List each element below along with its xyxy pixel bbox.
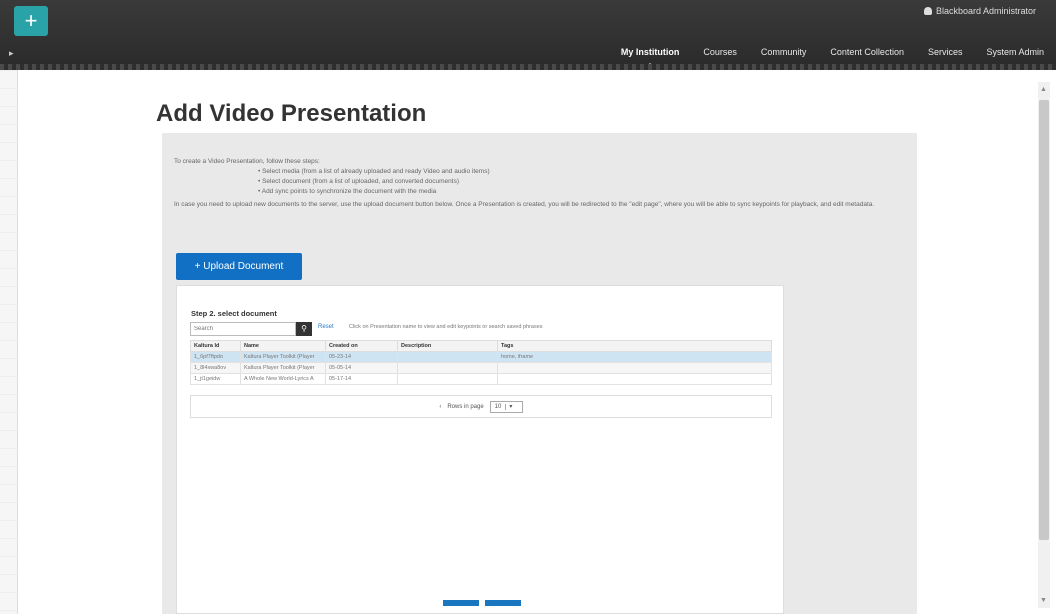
back-button[interactable] [443,600,479,606]
left-strip [0,70,18,614]
table-row[interactable]: 1_jt1geidw A Whole New World-Lyrics A 05… [190,373,772,385]
nav-my-institution[interactable]: My Institution [609,47,692,69]
cell: 05-05-14 [325,362,398,374]
cell [497,373,772,385]
search-icon: ⚲ [301,324,307,333]
cell: 05-17-14 [325,373,398,385]
rows-per-page-label: Rows in page [447,403,484,410]
scroll-up-icon[interactable]: ▲ [1040,86,1047,93]
col-description[interactable]: Description [397,340,498,352]
cell: 1_6pf7ftpdo [190,351,241,363]
cell: 1_jt1geidw [190,373,241,385]
sidebar-toggle-icon[interactable]: ▸ [9,48,15,58]
table-header-row: Kaltura Id Name Created on Description T… [190,340,772,352]
search-input[interactable] [190,322,296,336]
top-bar: + ▸ Blackboard Administrator My Institut… [0,0,1056,70]
scroll-thumb[interactable] [1039,100,1049,540]
nav-system-admin[interactable]: System Admin [974,47,1056,57]
main-nav: My Institution Courses Community Content… [609,40,1056,69]
intro-note: In case you need to upload new documents… [174,201,875,208]
cell [397,362,498,374]
add-plus-button[interactable]: + [14,6,48,36]
cell [397,373,498,385]
nav-courses[interactable]: Courses [691,47,749,57]
col-name[interactable]: Name [240,340,326,352]
cell: 05-23-14 [325,351,398,363]
intro-step: Select media (from a list of already upl… [258,167,904,177]
intro-text: To create a Video Presentation, follow t… [174,157,904,210]
table-row[interactable]: 1_6pf7ftpdo Kaltura Player Toolkit (Play… [190,351,772,363]
page-prev-icon[interactable]: ‹ [439,404,441,410]
chevron-down-icon: ▾ [509,404,513,410]
user-name: Blackboard Administrator [935,6,1036,16]
scroll-down-icon[interactable]: ▼ [1040,597,1047,604]
page-title: Add Video Presentation [156,100,427,127]
cell [397,351,498,363]
col-tags[interactable]: Tags [497,340,772,352]
upload-document-button[interactable]: + Upload Document [176,253,302,280]
bottom-buttons [443,600,521,606]
intro-step: Add sync points to synchronize the docum… [258,187,904,197]
nav-services[interactable]: Services [916,47,975,57]
select-document-box: Step 2. select document ⚲ Reset Click on… [176,285,784,614]
cell[interactable]: Kaltura Player Toolkit (Player [240,351,326,363]
col-created-on[interactable]: Created on [325,340,398,352]
rows-per-page-select[interactable]: 10 ▾ [489,400,523,413]
step-title: Step 2. select document [191,309,277,318]
table-row[interactable]: 1_8l4xwa8ov Kaltura Player Toolkit (Play… [190,362,772,374]
header-divider [0,64,1056,70]
cell[interactable]: Kaltura Player Toolkit (Player [240,362,326,374]
cell: home, iframe [497,351,772,363]
reset-link[interactable]: Reset [318,324,334,330]
cell [497,362,772,374]
page-scrollbar[interactable]: ▲ ▼ [1038,82,1050,608]
user-menu[interactable]: Blackboard Administrator [923,6,1036,16]
cell: 1_8l4xwa8ov [190,362,241,374]
rows-per-page-value: 10 [491,403,507,410]
documents-table: Kaltura Id Name Created on Description T… [190,340,772,385]
nav-community[interactable]: Community [749,47,819,57]
col-kaltura-id[interactable]: Kaltura Id [190,340,241,352]
pagination: ‹ Rows in page 10 ▾ [190,395,772,418]
user-icon [923,7,932,15]
intro-lead: To create a Video Presentation, follow t… [174,158,320,165]
search-button[interactable]: ⚲ [296,322,312,336]
intro-step: Select document (from a list of uploaded… [258,177,904,187]
nav-content-collection[interactable]: Content Collection [818,47,916,57]
next-button[interactable] [485,600,521,606]
cell[interactable]: A Whole New World-Lyrics A [240,373,326,385]
content-panel: To create a Video Presentation, follow t… [162,133,917,614]
intro-steps: Select media (from a list of already upl… [258,167,904,197]
table-hint: Click on Presentation name to view and e… [349,324,543,330]
